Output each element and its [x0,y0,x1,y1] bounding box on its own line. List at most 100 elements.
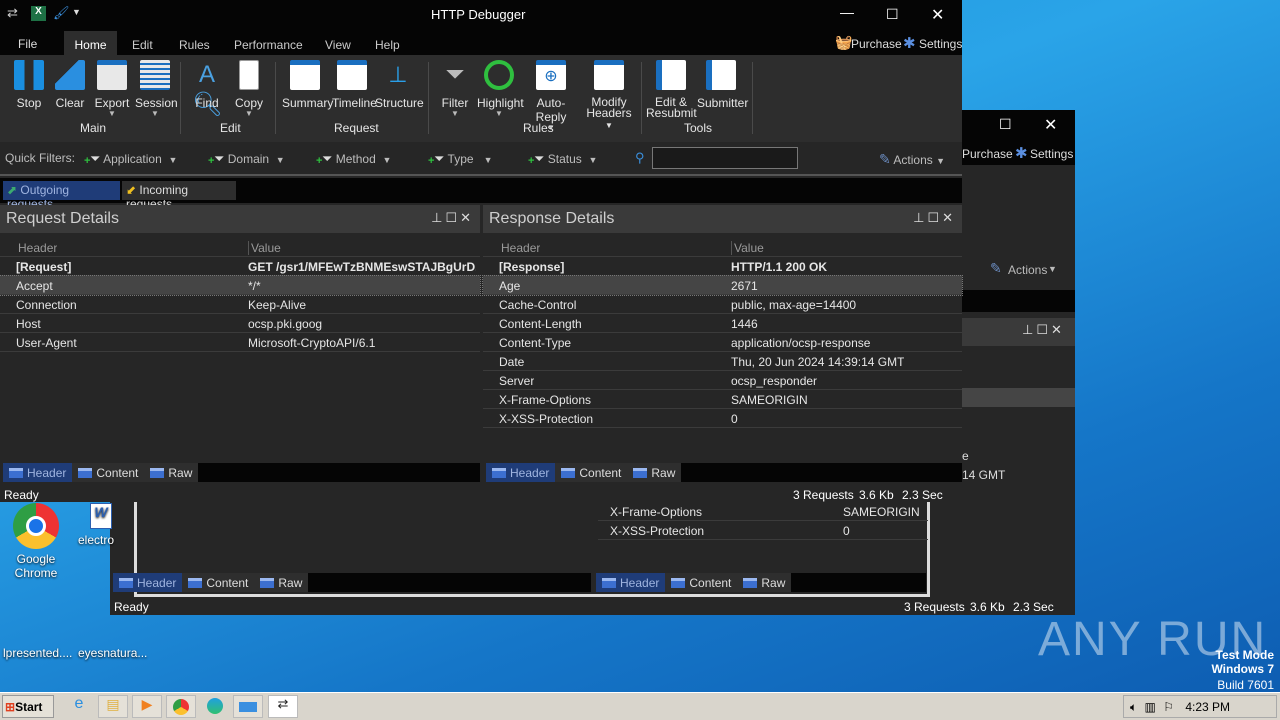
modify-headers-button[interactable]: Modify Headers ▼ [583,60,635,131]
desktop-icon-chrome[interactable]: Google Chrome [1,503,71,580]
tab-outgoing-requests[interactable]: ⬈ Outgoing requests [3,181,120,211]
session-button[interactable]: Session ▼ [135,60,178,118]
taskbar-ie[interactable]: e [64,695,94,718]
filter-add-icon: ⏷ [434,151,444,166]
taskbar-edge[interactable] [200,695,230,718]
taskbar-rdp[interactable] [233,695,263,718]
maximize-button[interactable]: ☐ [999,116,1012,133]
desktop-icon-label[interactable]: eyesnatura... [78,646,147,660]
tab-raw[interactable]: Raw [627,463,682,482]
table-row[interactable]: Content-Length 1446 [483,314,962,333]
highlight-button[interactable]: Highlight ▼ [477,60,524,118]
menu-file[interactable]: File [18,37,37,51]
filter-application[interactable]: ⏷ Application ▼ [90,151,177,167]
edit-resubmit-button[interactable]: Edit & Resubmit [646,60,697,119]
table-row[interactable]: Age 2671 [482,275,963,296]
stop-button[interactable]: Stop [12,60,46,110]
panel-controls[interactable]: ⊥☐✕ [1022,322,1065,338]
table-row[interactable]: User-Agent Microsoft-CryptoAPI/6.1 [0,333,480,352]
menu-help[interactable]: Help [375,38,400,52]
tab-header[interactable]: Header [113,573,183,592]
settings-link[interactable]: Settings [919,37,962,51]
timeline-button[interactable]: Timeline [332,60,377,110]
taskbar-http-debugger[interactable]: ⇄ [268,695,298,718]
table-row[interactable]: X-Frame-Options SAMEORIGIN [598,502,928,521]
actions-button[interactable]: Actions [1008,263,1047,277]
search-input[interactable] [652,147,798,169]
panel-pin-max-close[interactable]: ⊥☐✕ [431,210,474,226]
table-row[interactable]: Connection Keep-Alive [0,295,480,314]
app-icon: ⇄ [7,5,18,20]
close-button[interactable]: ✕ [931,5,944,25]
quick-access-dropdown-icon[interactable]: ▼ [72,7,81,17]
gear-icon[interactable]: ✱ [903,34,916,52]
tab-header[interactable]: Header [3,463,73,482]
taskbar-chrome[interactable] [166,695,196,718]
excel-icon[interactable]: X [31,6,46,21]
structure-button[interactable]: ⊥ Structure [375,60,424,110]
filter-add-icon: ⏷ [322,151,332,166]
table-row[interactable]: Cache-Control public, max-age=14400 [483,295,962,314]
purchase-link[interactable]: Purchase [962,147,1013,161]
desktop-icon-word-doc[interactable]: W electro [72,503,114,547]
clear-button[interactable]: Clear [54,60,86,110]
globe-icon: ⊕ [536,60,566,90]
table-row[interactable]: X-XSS-Protection 0 [483,409,962,428]
table-row[interactable]: Host ocsp.pki.goog [0,314,480,333]
volume-icon[interactable]: 🔈︎ [1130,700,1137,714]
raw-icon [150,467,165,478]
minimize-button[interactable]: — [840,4,854,20]
tab-header[interactable]: Header [596,573,666,592]
tab-incoming-requests[interactable]: ⬋ Incoming requests [122,181,236,211]
menu-rules[interactable]: Rules [179,38,210,52]
filter-button[interactable]: ⏷ Filter ▼ [440,60,470,118]
table-row[interactable]: X-XSS-Protection 0 [598,521,928,540]
copy-button[interactable]: Copy ▼ [234,60,264,118]
tab-raw[interactable]: Raw [737,573,792,592]
desktop-icon-label[interactable]: lpresented.... [3,646,72,660]
table-row[interactable]: [Request] GET /gsr1/MFEwTzBNMEswSTAJBgUrD… [0,257,480,276]
tab-home[interactable]: Home [64,31,117,55]
tab-raw[interactable]: Raw [144,463,199,482]
tab-raw[interactable]: Raw [254,573,309,592]
table-row[interactable]: [Response] HTTP/1.1 200 OK [483,257,962,276]
export-button[interactable]: Export ▼ [94,60,130,118]
filter-type[interactable]: ⏷ Type ▼ [434,151,492,167]
raw-icon [743,577,758,588]
settings-link[interactable]: Settings [1030,147,1073,161]
menu-edit[interactable]: Edit [132,38,153,52]
table-row[interactable]: Accept */* [0,275,481,296]
menu-view[interactable]: View [325,38,351,52]
close-button[interactable]: ✕ [1044,115,1057,135]
table-row[interactable]: Server ocsp_responder [483,371,962,390]
submitter-button[interactable]: Submitter [697,60,748,110]
header-icon [492,467,506,478]
start-button[interactable]: ⊞Start [2,695,54,718]
summary-button[interactable]: Summary [282,60,333,110]
flag-icon[interactable]: ⚐ [1163,700,1174,714]
brush-icon[interactable]: 🖌 [53,5,70,21]
actions-button[interactable]: ✎ Actions ▼ [879,151,945,168]
network-icon[interactable]: ▥ [1145,700,1156,714]
filter-status[interactable]: ⏷ Status ▼ [534,151,597,167]
table-row[interactable]: Content-Type application/ocsp-response [483,333,962,352]
table-row[interactable]: X-Frame-Options SAMEORIGIN [483,390,962,409]
filter-domain[interactable]: ⏷ Domain ▼ [214,151,285,167]
tab-content[interactable]: Content [555,463,628,482]
find-button[interactable]: A🔍︎ Find [192,60,222,118]
taskbar-media-player[interactable]: ▶ [132,695,162,718]
clock[interactable]: 4:23 PM [1185,700,1230,714]
tab-content[interactable]: Content [182,573,255,592]
taskbar-explorer[interactable]: ▤ [98,695,128,718]
maximize-button[interactable]: ☐ [886,6,899,23]
tab-header[interactable]: Header [486,463,556,482]
tab-content[interactable]: Content [72,463,145,482]
tab-content[interactable]: Content [665,573,738,592]
basket-icon[interactable]: 🧺 [835,34,852,51]
menu-performance[interactable]: Performance [234,38,303,52]
panel-pin-max-close[interactable]: ⊥☐✕ [913,210,956,226]
filter-method[interactable]: ⏷ Method ▼ [322,151,391,167]
gear-icon[interactable]: ✱ [1015,144,1028,162]
table-row[interactable]: Date Thu, 20 Jun 2024 14:39:14 GMT [483,352,962,371]
purchase-link[interactable]: Purchase [851,37,902,51]
